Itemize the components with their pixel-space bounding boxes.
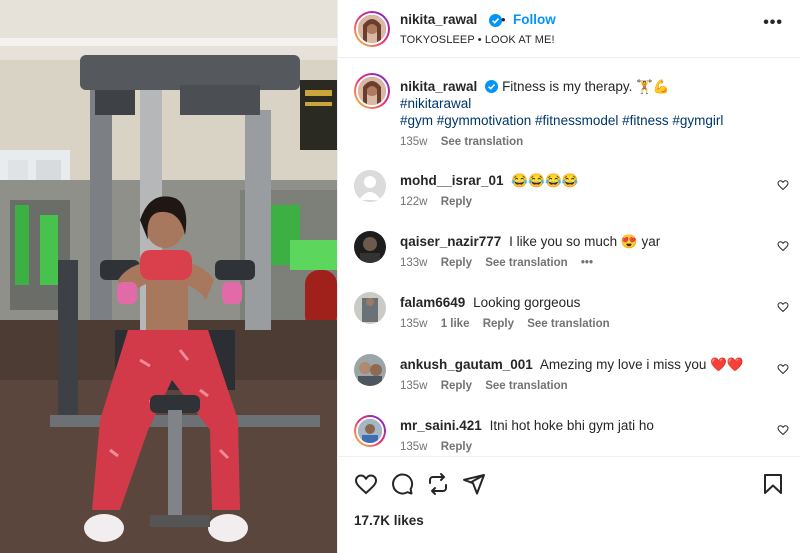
post-actions-bar: 17.7K likes <box>338 456 800 553</box>
comment-like-heart-icon[interactable] <box>777 424 789 436</box>
comment-like-heart-icon[interactable] <box>777 301 789 313</box>
share-icon[interactable] <box>462 472 486 496</box>
comment-reply-button[interactable]: Reply <box>441 257 472 269</box>
comment-username[interactable]: qaiser_nazir777 <box>400 234 501 249</box>
instagram-post: nikita_rawal • Follow TOKYOSLEEP • LOOK … <box>0 0 800 553</box>
post-side-panel: nikita_rawal • Follow TOKYOSLEEP • LOOK … <box>337 0 800 553</box>
comment-time[interactable]: 122w <box>400 196 428 208</box>
post-photo[interactable] <box>0 0 337 553</box>
comment-icon[interactable] <box>390 472 414 496</box>
comment-text-block: mohd__israr_01 😂😂😂😂 <box>400 172 770 189</box>
comment-text: Itni hot hoke bhi gym jati ho <box>489 418 654 433</box>
comment-meta: 135w Reply See translation <box>400 380 578 392</box>
comment-reply-button[interactable]: Reply <box>441 380 472 392</box>
like-heart-icon[interactable] <box>354 472 378 496</box>
comment-avatar-image <box>354 231 386 263</box>
comment-reply-button[interactable]: Reply <box>441 196 472 208</box>
caption-text-block: nikita_rawal Fitness is my therapy. 🏋️💪 … <box>400 78 770 129</box>
caption-avatar-image <box>358 77 386 105</box>
verified-badge-icon <box>485 80 499 93</box>
caption-hashtags-2[interactable]: #gym #gymmotivation #fitnessmodel #fitne… <box>400 113 723 128</box>
comment-see-translation[interactable]: See translation <box>485 380 567 392</box>
caption-item: nikita_rawal Fitness is my therapy. 🏋️💪 … <box>338 73 800 153</box>
author-username[interactable]: nikita_rawal <box>400 12 477 27</box>
bookmark-icon[interactable] <box>761 472 785 496</box>
comment-like-heart-icon[interactable] <box>777 240 789 252</box>
more-options-icon[interactable]: ••• <box>763 14 783 32</box>
author-avatar-image <box>358 15 386 43</box>
comment-reply-button[interactable]: Reply <box>483 318 514 330</box>
comment-likes-count[interactable]: 1 like <box>441 318 470 330</box>
caption-avatar[interactable] <box>354 73 390 109</box>
caption-username[interactable]: nikita_rawal <box>400 79 477 94</box>
comment-item: mohd__israr_01 😂😂😂😂 122w Reply <box>338 170 800 220</box>
caption-see-translation[interactable]: See translation <box>441 136 523 148</box>
comment-time[interactable]: 135w <box>400 318 428 330</box>
caption-hashtags-1[interactable]: #nikitarawal <box>400 96 471 111</box>
follow-button[interactable]: Follow <box>513 12 556 27</box>
comment-username[interactable]: falam6649 <box>400 295 465 310</box>
comment-meta: 133w Reply See translation ••• <box>400 257 603 269</box>
default-avatar-icon <box>354 170 386 202</box>
audio-subtitle[interactable]: TOKYOSLEEP • LOOK AT ME! <box>400 34 555 46</box>
comment-meta: 135w 1 like Reply See translation <box>400 318 620 330</box>
comment-text: I like you so much 😍 yar <box>509 234 661 249</box>
repost-icon[interactable] <box>426 472 450 496</box>
comment-item: qaiser_nazir777 I like you so much 😍 yar… <box>338 231 800 281</box>
comment-text-block: qaiser_nazir777 I like you so much 😍 yar <box>400 233 770 250</box>
comment-time[interactable]: 135w <box>400 441 428 453</box>
comment-text: 😂😂😂😂 <box>511 173 579 188</box>
comment-avatar[interactable] <box>354 231 386 263</box>
comment-avatar[interactable] <box>354 292 386 324</box>
comment-avatar[interactable] <box>354 354 386 386</box>
post-header: nikita_rawal • Follow TOKYOSLEEP • LOOK … <box>338 0 800 58</box>
likes-count[interactable]: 17.7K likes <box>354 513 424 528</box>
comment-item: ankush_gautam_001 Amezing my love i miss… <box>338 354 800 404</box>
comment-time[interactable]: 133w <box>400 257 428 269</box>
comment-username[interactable]: mohd__israr_01 <box>400 173 504 188</box>
comment-like-heart-icon[interactable] <box>777 179 789 191</box>
comment-item: mr_saini.421 Itni hot hoke bhi gym jati … <box>338 415 800 456</box>
comment-see-translation[interactable]: See translation <box>527 318 609 330</box>
comment-time[interactable]: 135w <box>400 380 428 392</box>
comment-like-heart-icon[interactable] <box>777 363 789 375</box>
caption-emoji: 🏋️💪 <box>636 79 670 94</box>
comment-username[interactable]: mr_saini.421 <box>400 418 482 433</box>
comment-avatar[interactable] <box>354 170 386 202</box>
author-avatar[interactable] <box>354 11 390 47</box>
comment-meta: 122w Reply <box>400 196 482 208</box>
comment-more-icon[interactable]: ••• <box>581 257 593 269</box>
comments-list[interactable]: nikita_rawal Fitness is my therapy. 🏋️💪 … <box>338 59 800 456</box>
comment-username[interactable]: ankush_gautam_001 <box>400 357 533 372</box>
comment-text-block: ankush_gautam_001 Amezing my love i miss… <box>400 356 770 373</box>
comment-text: Amezing my love i miss you ❤️❤️ <box>539 357 744 372</box>
comment-text-block: falam6649 Looking gorgeous <box>400 294 770 311</box>
comment-see-translation[interactable]: See translation <box>485 257 567 269</box>
gym-photo-illustration <box>0 0 337 553</box>
comment-avatar-image <box>358 419 382 443</box>
separator-dot: • <box>501 12 506 27</box>
comment-reply-button[interactable]: Reply <box>441 441 472 453</box>
caption-text: Fitness is my therapy. <box>502 79 633 94</box>
comment-avatar[interactable] <box>354 415 386 447</box>
comment-text-block: mr_saini.421 Itni hot hoke bhi gym jati … <box>400 417 770 434</box>
comment-avatar-image <box>354 354 386 386</box>
comment-avatar-image <box>354 292 386 324</box>
comment-meta: 135w Reply <box>400 441 482 453</box>
caption-time[interactable]: 135w <box>400 136 428 148</box>
caption-meta: 135w See translation <box>400 136 533 148</box>
comment-text: Looking gorgeous <box>473 295 581 310</box>
comment-item: falam6649 Looking gorgeous 135w 1 like R… <box>338 292 800 342</box>
